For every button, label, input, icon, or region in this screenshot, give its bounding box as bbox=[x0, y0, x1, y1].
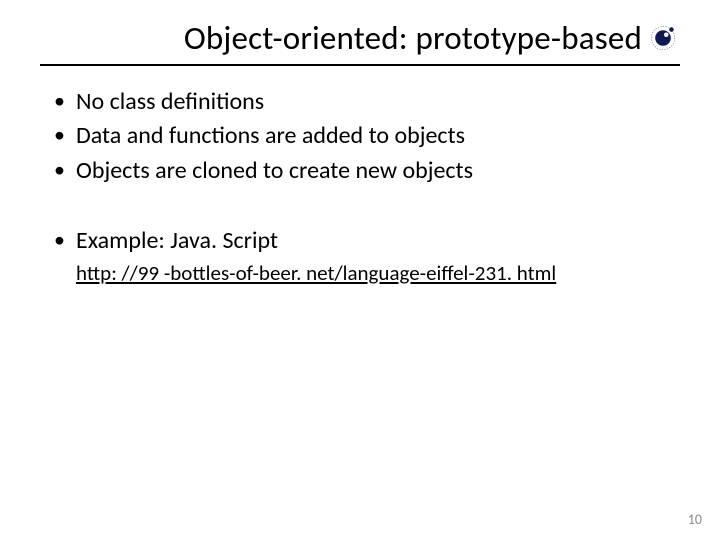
slide: Object-oriented: prototype-based No clas… bbox=[0, 0, 720, 540]
page-number: 10 bbox=[688, 511, 702, 528]
title-row: Object-oriented: prototype-based bbox=[40, 18, 680, 66]
lua-logo-icon bbox=[650, 25, 676, 51]
slide-title: Object-oriented: prototype-based bbox=[184, 18, 642, 58]
example-link[interactable]: http: //99 -bottles-of-beer. net/languag… bbox=[76, 260, 680, 286]
list-item: Example: Java. Script bbox=[50, 225, 680, 257]
bullet-list-b: Example: Java. Script bbox=[40, 225, 680, 257]
spacer bbox=[40, 189, 680, 225]
list-item: Objects are cloned to create new objects bbox=[50, 155, 680, 187]
list-item: No class definitions bbox=[50, 86, 680, 118]
list-item: Data and functions are added to objects bbox=[50, 120, 680, 152]
bullet-list-a: No class definitions Data and functions … bbox=[40, 86, 680, 187]
